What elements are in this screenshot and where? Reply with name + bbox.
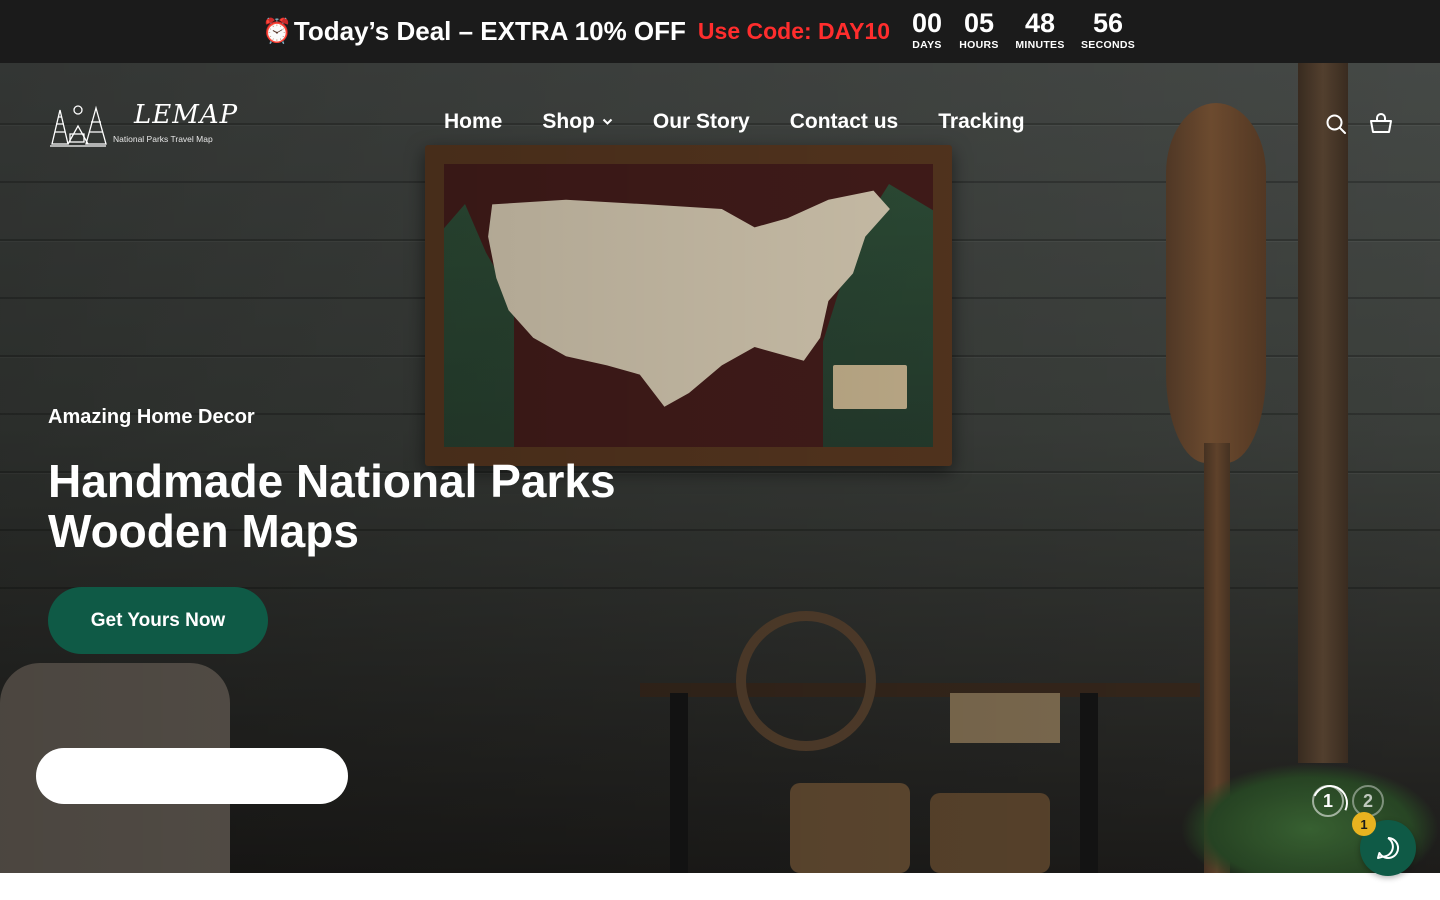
get-yours-now-button[interactable]: Get Yours Now [48,587,268,654]
nav-shop[interactable]: Shop [542,107,613,137]
chevron-down-icon [602,118,613,126]
nav-our-story[interactable]: Our Story [653,107,750,137]
countdown-days-value: 00 [911,8,943,38]
countdown-days: 00 DAYS [908,8,946,51]
site-logo[interactable]: LEMAP National Parks Travel Map [48,100,237,148]
countdown-days-label: DAYS [912,39,942,51]
chat-notification-badge: 1 [1352,812,1376,836]
countdown-hours-value: 05 [963,8,995,38]
deal-banner: ⏰ Today’s Deal – EXTRA 10% OFF Use Code:… [262,14,890,48]
cart-icon[interactable] [1369,112,1393,136]
main-navigation: Home Shop Our Story Contact us Tracking [444,107,1025,137]
countdown-seconds-label: SECONDS [1080,39,1136,51]
nav-tracking-label: Tracking [938,110,1025,133]
pine-trees-logo-icon [50,105,107,147]
discount-code: Use Code: DAY10 [697,18,891,44]
logo-wordmark: LEMAP [134,100,239,130]
hero-eyebrow: Amazing Home Decor [48,406,255,428]
nav-our-story-label: Our Story [652,110,750,133]
countdown-minutes-value: 48 [1024,8,1056,38]
chat-bubble-icon [1377,836,1400,859]
nav-home-label: Home [444,110,503,133]
slide-indicator-1[interactable]: 1 [1312,785,1344,817]
countdown-hours: 05 HOURS [956,8,1002,51]
nav-tracking[interactable]: Tracking [938,107,1024,137]
nav-contact-us[interactable]: Contact us [790,107,899,137]
nav-contact-us-label: Contact us [789,110,899,133]
logo-tagline: National Parks Travel Map [113,134,213,144]
announcement-bar: ⏰ Today’s Deal – EXTRA 10% OFF Use Code:… [0,0,1440,63]
nav-shop-label: Shop [542,110,595,133]
countdown-hours-label: HOURS [959,39,999,51]
deal-text: Today’s Deal – EXTRA 10% OFF [293,16,686,46]
floating-white-pill[interactable] [36,748,348,804]
nav-home[interactable]: Home [444,107,502,137]
countdown-seconds-value: 56 [1092,8,1124,38]
alarm-clock-icon: ⏰ [262,17,292,45]
countdown-minutes-label: MINUTES [1015,39,1065,51]
countdown-seconds: 56 SECONDS [1078,8,1138,51]
hero-headline: Handmade National Parks Wooden Maps [48,455,616,557]
countdown-minutes: 48 MINUTES [1012,8,1068,51]
search-icon[interactable] [1324,112,1348,136]
